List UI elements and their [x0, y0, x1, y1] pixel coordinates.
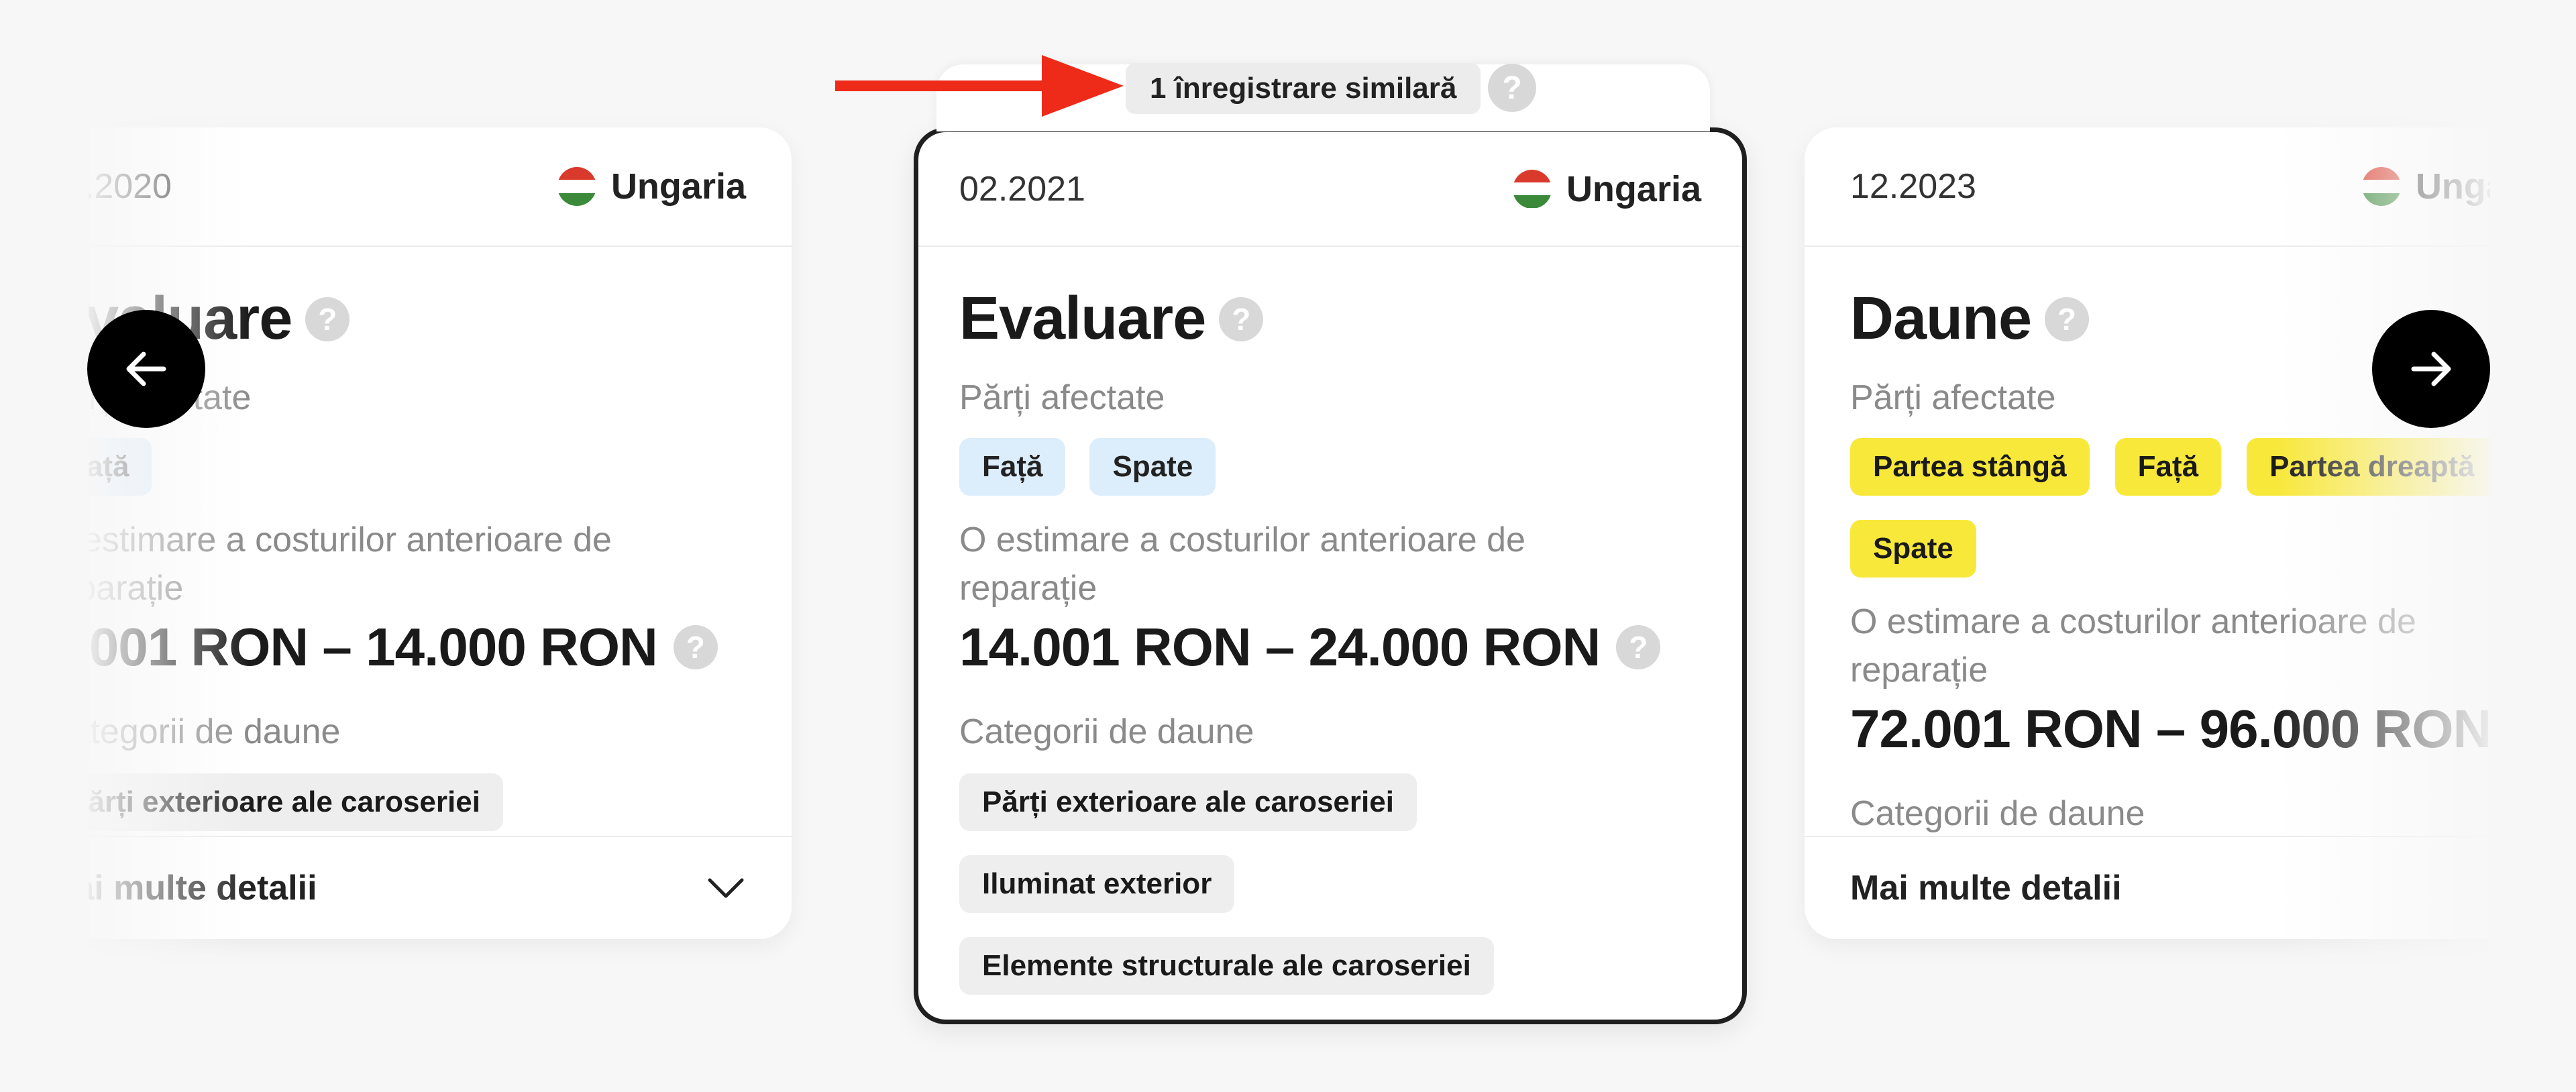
carousel-prev-button[interactable] [87, 310, 205, 428]
part-chip: Față [2114, 438, 2222, 496]
card-title: Evaluare [959, 285, 1206, 352]
part-chip: Partea stângă [1850, 438, 2090, 496]
flag-stripe-white [557, 180, 596, 193]
price-range: 14.001 RON – 24.000 RON [959, 617, 1601, 677]
card-title: Daune [1850, 285, 2032, 352]
categories-label: Categorii de daune [1850, 794, 2145, 833]
price-range: 6.001 RON – 14.000 RON [89, 617, 658, 677]
similar-records-help-icon[interactable]: ? [1488, 64, 1536, 112]
help-icon[interactable]: ? [305, 296, 350, 341]
chevron-down-icon [708, 878, 744, 898]
categories-list: Părți exterioare ale caroseriei [89, 773, 746, 831]
categories-label: Categorii de daune [959, 712, 1254, 751]
category-chip: Elemente structurale ale caroseriei [959, 937, 1494, 995]
estimate-label: O estimare a costurilor anterioare de re… [89, 521, 612, 608]
flag-stripe-white [1512, 182, 1552, 196]
flag-stripe-green [2361, 193, 2401, 206]
card-country: Ungaria [2361, 166, 2490, 207]
card-date: 02.2021 [959, 169, 1085, 209]
part-chip: Partea dreaptă [2247, 438, 2490, 496]
hungary-flag-icon [1512, 169, 1552, 209]
card-header: 02.2021 Ungaria [918, 132, 1742, 247]
help-icon[interactable]: ? [673, 625, 718, 669]
flag-stripe-red [557, 167, 596, 180]
parts-label: Părți afectate [959, 378, 1165, 417]
more-details-label: Mai multe detalii [1850, 869, 2122, 908]
help-icon[interactable]: ? [2045, 296, 2090, 341]
history-card-active: 02.2021 Ungaria Evaluare ? Părți afectat… [914, 127, 1747, 1024]
part-chip: Spate [1089, 438, 1216, 496]
card-header: 12.2023 Ungaria [1805, 127, 2490, 247]
history-card: 01.2020 Ungaria Evaluare ? Părți afectat… [89, 127, 792, 939]
parts-list: Față [89, 438, 746, 496]
similar-records-label: 1 înregistrare similară [1150, 72, 1457, 105]
categories-label: Categorii de daune [89, 712, 341, 751]
more-details-label: Mai multe detalii [89, 869, 317, 908]
flag-stripe-green [1512, 195, 1552, 209]
card-country: Ungaria [1512, 168, 1701, 210]
similar-records-badge[interactable]: 1 înregistrare similară [1126, 63, 1481, 114]
flag-stripe-red [2361, 167, 2401, 180]
flag-stripe-red [1512, 169, 1552, 182]
card-header: 01.2020 Ungaria [89, 127, 792, 247]
parts-list: Față Spate [959, 438, 1701, 496]
estimate-label: O estimare a costurilor anterioare de re… [959, 521, 1525, 608]
part-chip: Față [959, 438, 1066, 496]
parts-list: Partea stângă Față Partea dreaptă Spate [1850, 438, 2490, 578]
help-icon[interactable]: ? [1616, 625, 1661, 669]
flag-stripe-green [557, 193, 596, 206]
hungary-flag-icon [557, 167, 596, 206]
category-chip: Iluminat exterior [959, 855, 1235, 913]
carousel-next-button[interactable] [2372, 310, 2490, 428]
part-chip: Față [89, 438, 152, 496]
card-date: 12.2023 [1850, 167, 1976, 206]
arrow-left-icon [126, 351, 166, 386]
flag-stripe-white [2361, 180, 2401, 193]
history-card: 12.2023 Ungaria Daune ? Părți afectate P… [1805, 127, 2490, 939]
history-carousel: 01.2020 Ungaria Evaluare ? Părți afectat… [89, 0, 2490, 1092]
card-country: Ungaria [557, 166, 746, 207]
estimate-label: O estimare a costurilor anterioare de re… [1850, 602, 2416, 690]
part-chip: Spate [1850, 520, 1976, 578]
card-date: 01.2020 [89, 167, 172, 206]
annotation-arrow-icon [835, 55, 1124, 117]
country-name: Ungaria [1566, 168, 1701, 209]
country-name: Ungaria [610, 166, 746, 207]
more-details-row[interactable]: Mai multe detalii [89, 836, 792, 939]
help-icon[interactable]: ? [1219, 296, 1264, 341]
country-name: Ungaria [2415, 166, 2490, 207]
category-chip: Părți exterioare ale caroseriei [89, 773, 503, 831]
more-details-row[interactable]: Mai multe detalii [1805, 836, 2490, 939]
category-chip: Părți exterioare ale caroseriei [959, 773, 1417, 831]
categories-list: Părți exterioare ale caroseriei Iluminat… [959, 773, 1701, 995]
price-range: 72.001 RON – 96.000 RON [1850, 699, 2490, 759]
arrow-right-icon [2411, 351, 2451, 386]
hungary-flag-icon [2361, 167, 2401, 206]
card-body: Evaluare ? Părți afectate Față Spate O e… [918, 247, 1742, 995]
